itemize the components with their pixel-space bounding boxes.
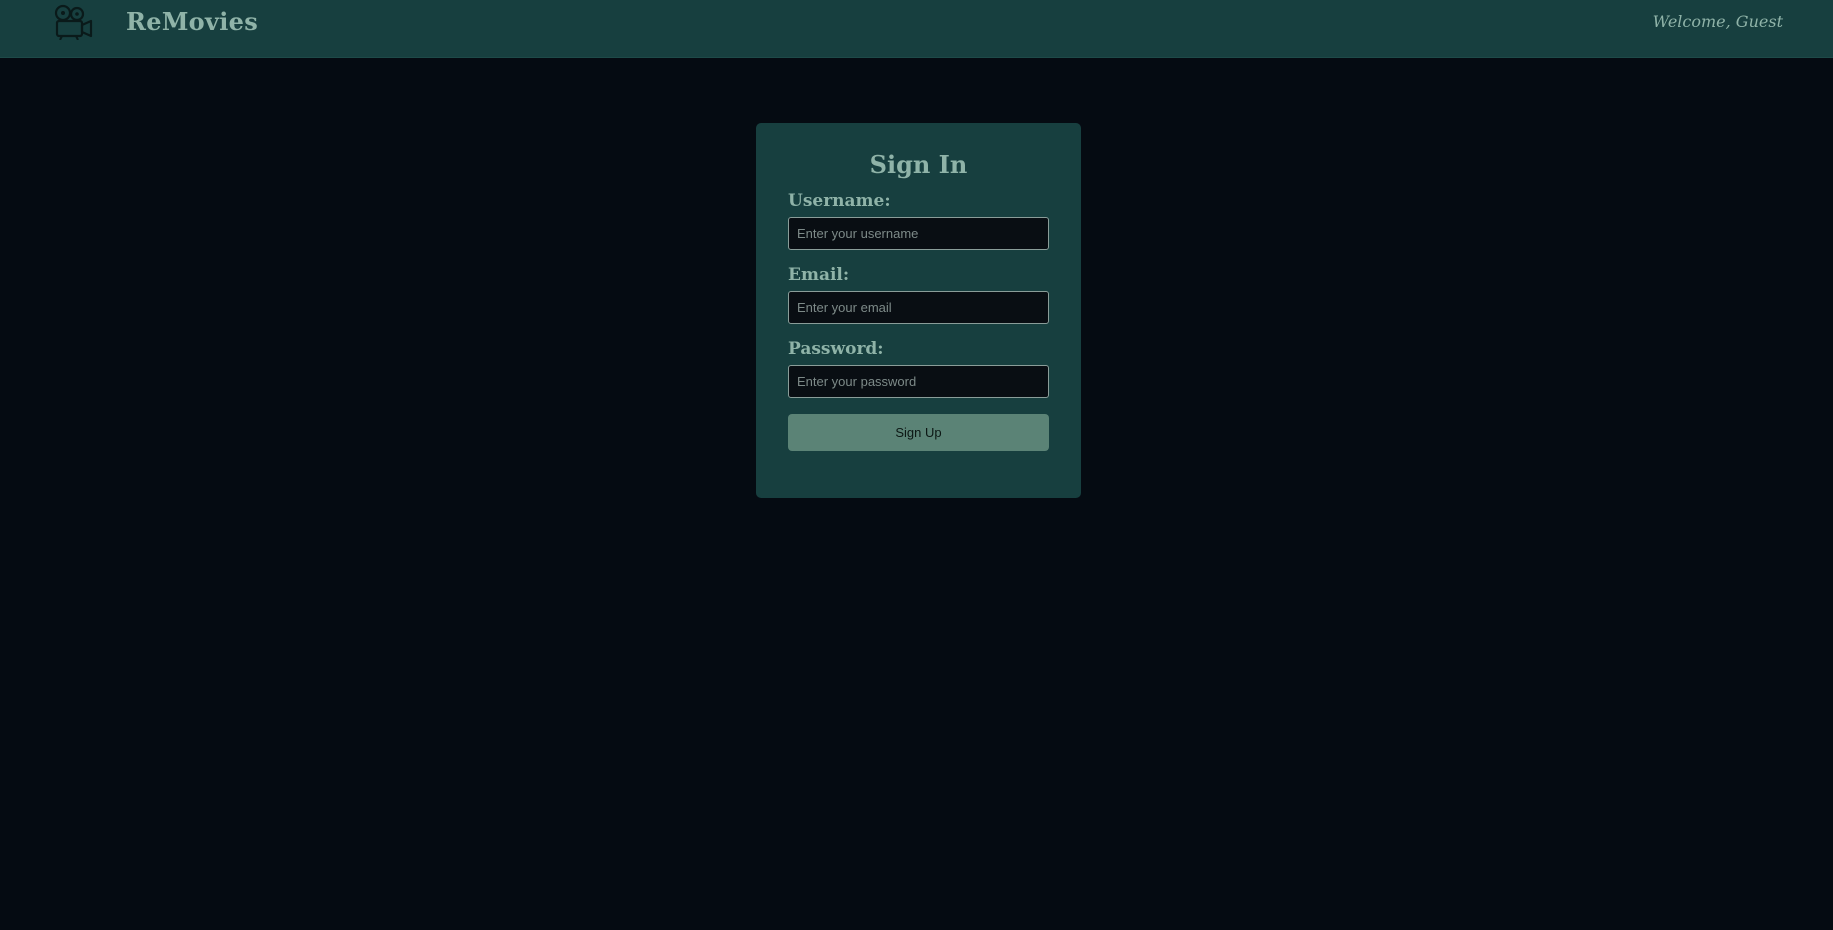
welcome-message: Welcome, Guest [1652,12,1783,31]
username-input[interactable] [788,217,1049,250]
form-title: Sign In [869,150,968,179]
top-navbar: ReMovies Welcome, Guest [0,0,1833,58]
brand-title[interactable]: ReMovies [126,4,258,40]
sign-up-button[interactable]: Sign Up [788,414,1049,451]
email-input[interactable] [788,291,1049,324]
password-input[interactable] [788,365,1049,398]
movie-camera-icon[interactable] [54,4,94,41]
username-label: Username: [788,191,891,211]
password-label: Password: [788,339,884,359]
sign-in-card: Sign In Username: Email: Password: Sign … [756,123,1081,498]
email-label: Email: [788,265,850,285]
